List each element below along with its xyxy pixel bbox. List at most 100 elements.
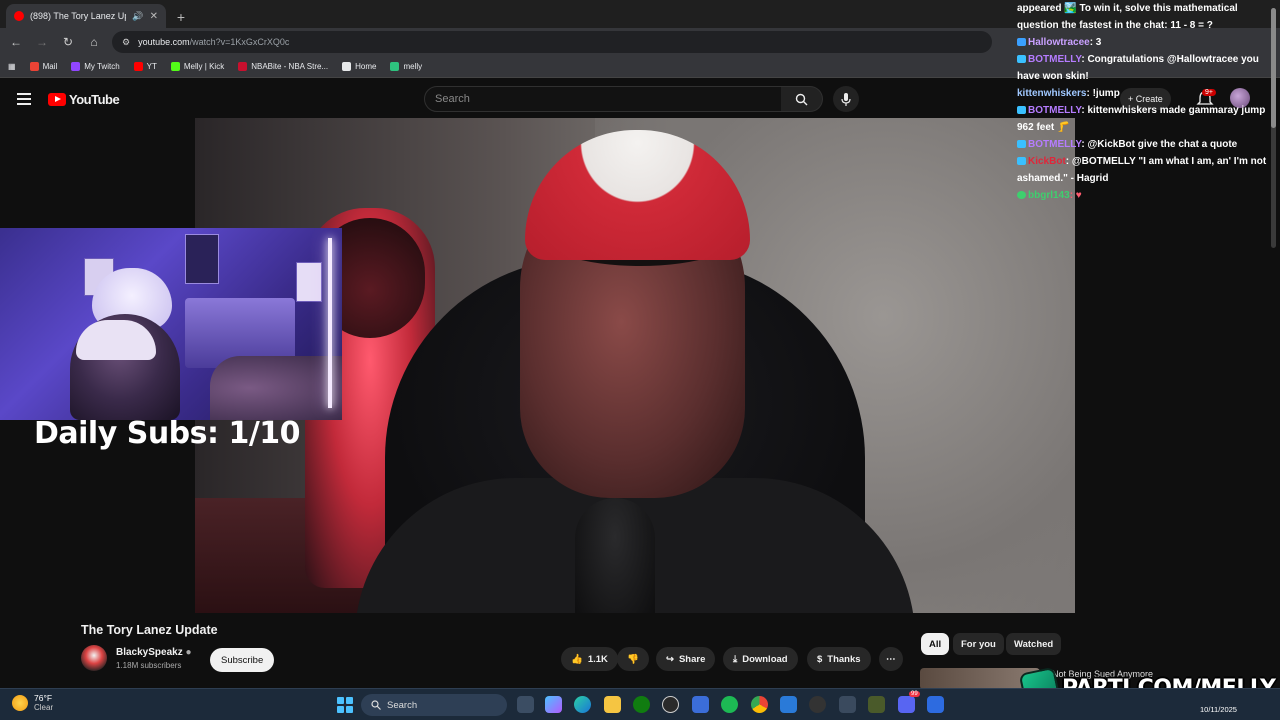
- more-actions-button[interactable]: ⋯: [879, 647, 903, 671]
- weather-widget[interactable]: 76°F Clear: [12, 693, 53, 713]
- app-icon[interactable]: [868, 696, 885, 713]
- download-label: Download: [742, 653, 788, 665]
- chat-message-text: : ♥: [1069, 190, 1082, 201]
- roblox-icon[interactable]: [927, 696, 944, 713]
- taskbar-search[interactable]: Search: [361, 694, 507, 716]
- hamburger-menu-icon[interactable]: [17, 93, 31, 105]
- arrow-app-icon[interactable]: [839, 696, 856, 713]
- photos-icon[interactable]: [780, 696, 797, 713]
- bookmark-melly[interactable]: melly: [390, 62, 422, 71]
- facecam-poster: [185, 234, 219, 284]
- gmail-icon: [29, 62, 39, 71]
- bot-badge-icon: [1017, 55, 1026, 63]
- youtube-icon: [133, 62, 143, 71]
- bookmark-home[interactable]: Home: [342, 62, 376, 71]
- url-host: youtube.com: [138, 37, 190, 47]
- obs-icon[interactable]: [662, 696, 679, 713]
- site-info-icon[interactable]: ⚙: [122, 37, 130, 48]
- file-explorer-icon[interactable]: [604, 696, 621, 713]
- chat-message: BOTMELLY: Congratulations @Hallowtracee …: [1012, 51, 1280, 85]
- channel-name-text: BlackySpeakz: [116, 647, 183, 658]
- reload-icon[interactable]: ↻: [60, 35, 76, 49]
- chip-watched[interactable]: Watched: [1006, 633, 1062, 655]
- chat-message: appeared 🏞️ To win it, solve this mathem…: [1012, 0, 1280, 34]
- x-icon: [342, 62, 352, 71]
- streamer-facecam: [0, 228, 342, 420]
- new-tab-button[interactable]: +: [170, 6, 192, 28]
- bookmark-label: Home: [355, 62, 377, 71]
- taskbar-date[interactable]: 10/11/2025: [1200, 705, 1237, 714]
- forward-icon[interactable]: →: [34, 35, 50, 49]
- daily-subs-counter: Daily Subs: 1/10: [34, 416, 301, 451]
- task-view-icon[interactable]: [517, 696, 534, 713]
- download-icon: ⤓: [733, 653, 738, 665]
- bot-badge-icon: [1017, 157, 1026, 165]
- microphone-icon: [841, 92, 851, 106]
- video-title: The Tory Lanez Update: [81, 623, 218, 637]
- browser-tab[interactable]: (898) The Tory Lanez Upda 🔊 ✕: [6, 4, 166, 28]
- windows-start-icon[interactable]: [337, 697, 353, 713]
- weather-temperature: 76°F: [34, 693, 53, 703]
- chat-message: kittenwhiskers: !jump: [1012, 85, 1280, 102]
- chat-message-text: : 3: [1089, 37, 1102, 48]
- youtube-logo[interactable]: YouTube: [48, 92, 120, 107]
- chat-message-text: appeared 🏞️ To win it, solve this mathem…: [1017, 3, 1238, 31]
- bookmark-yt[interactable]: YT: [133, 62, 157, 71]
- taskbar-search-label: Search: [387, 699, 418, 711]
- search-button[interactable]: [781, 86, 823, 112]
- apps-grid-icon[interactable]: ▦: [8, 62, 16, 71]
- xbox-icon[interactable]: [633, 696, 650, 713]
- discord-icon[interactable]: [898, 696, 915, 713]
- close-tab-icon[interactable]: ✕: [150, 11, 158, 22]
- bookmark-nbabite[interactable]: NBABite - NBA Stre...: [238, 62, 328, 71]
- channel-name[interactable]: BlackySpeakz ●: [116, 647, 192, 658]
- more-horizontal-icon: ⋯: [886, 653, 896, 665]
- chat-message: KickBot: @BOTMELLY "I am what I am, an' …: [1012, 153, 1280, 187]
- chat-username: BOTMELLY: [1028, 105, 1082, 116]
- like-button[interactable]: 👍 1.1K: [561, 647, 618, 671]
- bookmark-mail[interactable]: Mail: [29, 62, 57, 71]
- bookmark-melly-kick[interactable]: Melly | Kick: [170, 62, 224, 71]
- share-button[interactable]: ↪ Share: [656, 647, 716, 671]
- share-icon: ↪: [666, 653, 674, 665]
- channel-avatar[interactable]: [81, 645, 107, 671]
- chat-username: bbgrl143: [1028, 190, 1070, 201]
- address-bar[interactable]: ⚙ youtube.com/watch?v=1KxGxCrXQ0c: [112, 31, 992, 53]
- chat-message-text: : !jump: [1086, 88, 1120, 99]
- youtube-favicon-icon: [14, 11, 24, 21]
- chrome-icon[interactable]: [751, 696, 768, 713]
- discord-badge: 99: [909, 691, 920, 697]
- facecam-arm: [210, 356, 342, 420]
- facecam-poster: [296, 262, 322, 302]
- chip-for-you[interactable]: For you: [953, 633, 1004, 655]
- page-scrollbar[interactable]: [1271, 8, 1276, 248]
- thanks-button[interactable]: $ Thanks: [807, 647, 871, 671]
- home-icon[interactable]: ⌂: [86, 35, 102, 49]
- chat-message: bbgrl143: ♥: [1012, 187, 1280, 204]
- store-icon[interactable]: [692, 696, 709, 713]
- weather-sun-icon: [12, 695, 28, 711]
- verified-icon: ●: [185, 647, 192, 658]
- voice-search-button[interactable]: [833, 86, 859, 112]
- bookmark-my-twitch[interactable]: My Twitch: [71, 62, 120, 71]
- dislike-button[interactable]: 👎: [617, 647, 649, 671]
- bookmark-label: YT: [146, 62, 157, 71]
- chat-username: Hallowtracee: [1028, 37, 1090, 48]
- edge-icon[interactable]: [574, 696, 591, 713]
- download-button[interactable]: ⤓ Download: [723, 647, 798, 671]
- like-count: 1.1K: [587, 653, 608, 665]
- subscribe-button[interactable]: Subscribe: [210, 648, 275, 672]
- chat-message: BOTMELLY: kittenwhiskers made gammaray j…: [1012, 102, 1280, 136]
- chip-all[interactable]: All: [921, 633, 950, 655]
- copilot-icon[interactable]: [545, 696, 562, 713]
- search-input[interactable]: Search: [424, 86, 782, 112]
- spotify-icon[interactable]: [721, 696, 738, 713]
- verified-badge-icon: [1017, 191, 1026, 199]
- speaker-icon[interactable]: 🔊: [132, 11, 143, 22]
- media-player-icon[interactable]: [809, 696, 826, 713]
- bookmark-label: melly: [403, 62, 423, 71]
- chat-username: KickBot: [1028, 156, 1066, 167]
- tab-title: (898) The Tory Lanez Upda: [30, 11, 126, 21]
- back-icon[interactable]: ←: [8, 35, 24, 49]
- stream-chat-overlay: appeared 🏞️ To win it, solve this mathem…: [1012, 0, 1280, 201]
